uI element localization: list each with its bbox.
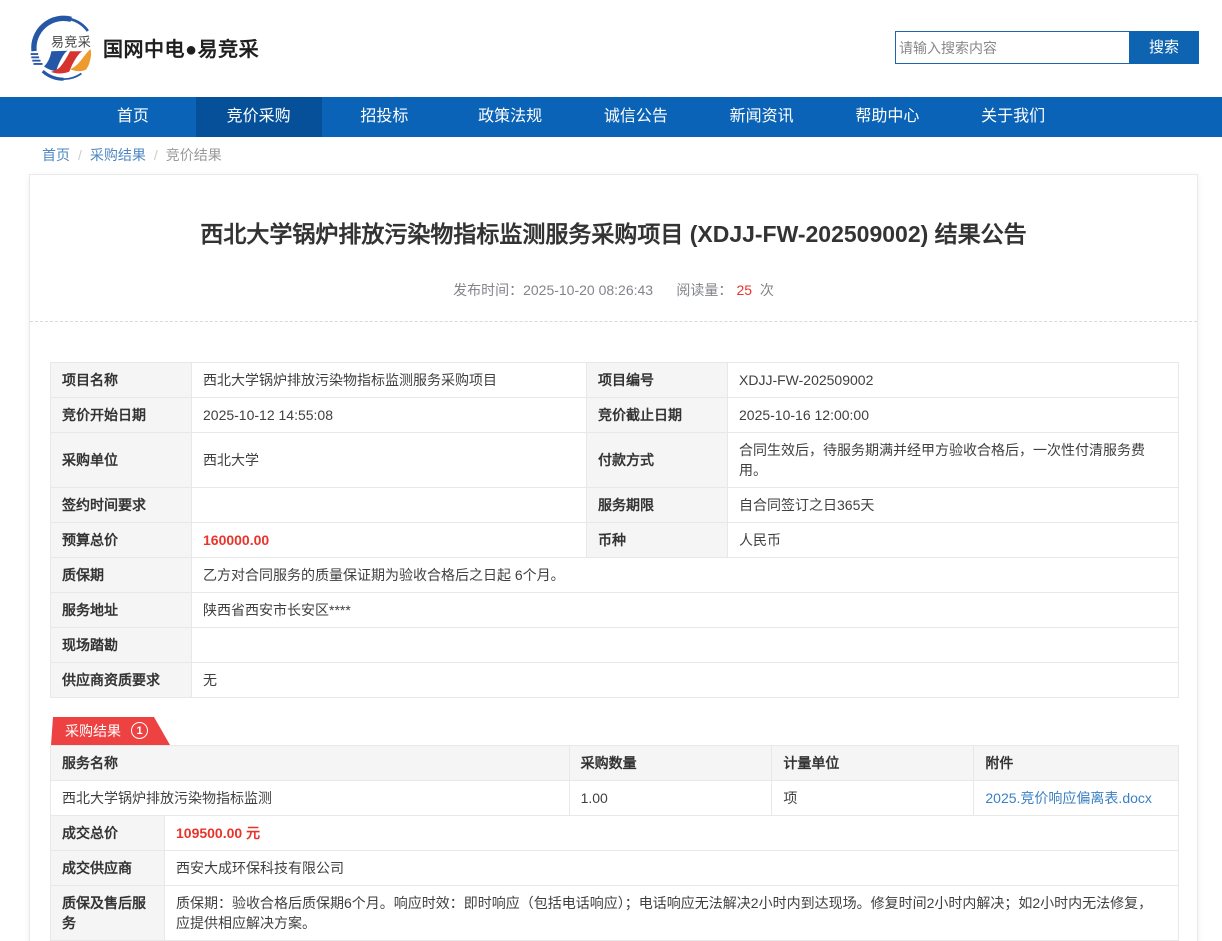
svg-text:易竞采: 易竞采 — [51, 34, 91, 50]
